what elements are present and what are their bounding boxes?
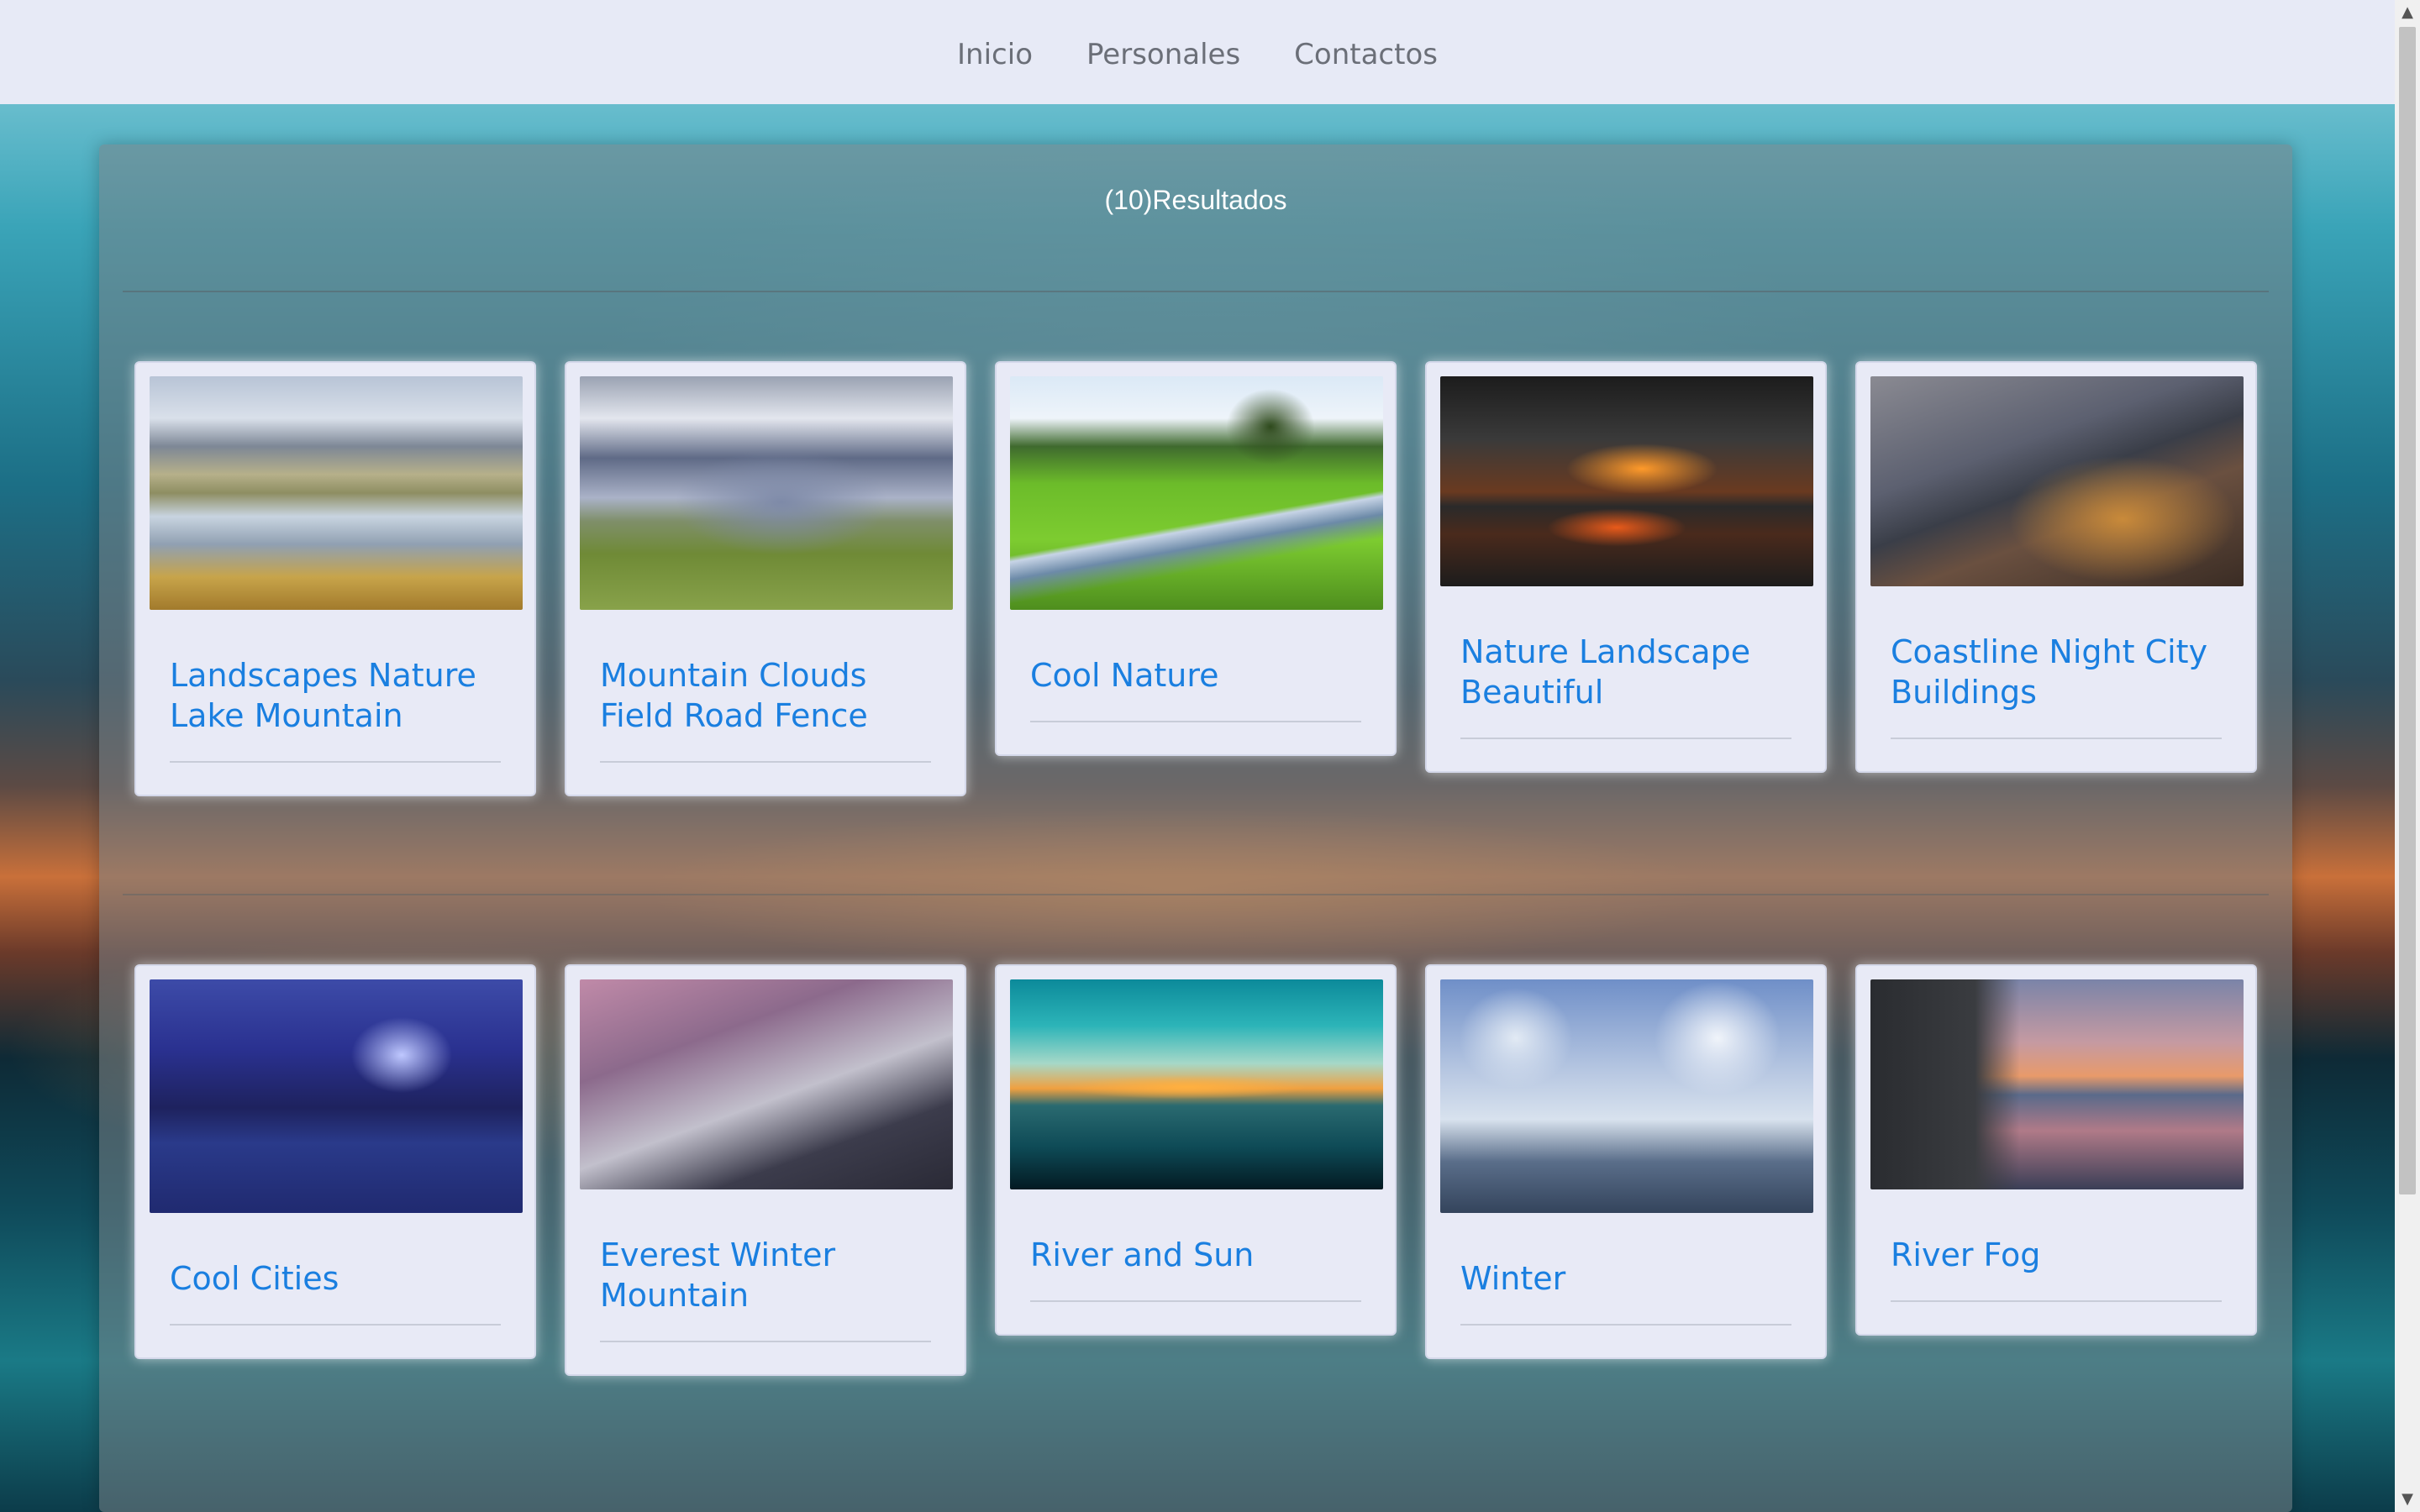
- results-count-title: (10)Resultados: [1104, 185, 1287, 215]
- result-card[interactable]: Mountain Clouds Field Road Fence: [565, 361, 966, 796]
- divider: [123, 894, 2269, 895]
- results-row: Landscapes Nature Lake Mountain Mountain…: [134, 361, 2257, 796]
- card-title[interactable]: Coastline Night City Buildings: [1891, 632, 2222, 712]
- results-row: Cool Cities Everest Winter Mountain Rive…: [134, 964, 2257, 1376]
- coastline-night-city-photo[interactable]: [1870, 376, 2244, 586]
- card-divider: [600, 761, 931, 763]
- card-divider: [1891, 738, 2222, 739]
- nav-link-inicio[interactable]: Inicio: [957, 33, 1033, 71]
- result-card[interactable]: Cool Nature: [995, 361, 1397, 756]
- card-title[interactable]: River and Sun: [1030, 1235, 1361, 1275]
- result-card[interactable]: Winter: [1425, 964, 1827, 1359]
- stream-meadow-photo[interactable]: [1010, 376, 1383, 610]
- card-title[interactable]: Landscapes Nature Lake Mountain: [170, 655, 501, 736]
- card-divider: [170, 761, 501, 763]
- river-fog-photo[interactable]: [1870, 979, 2244, 1189]
- result-card[interactable]: River Fog: [1855, 964, 2257, 1336]
- sunset-lake-photo[interactable]: [1440, 376, 1813, 586]
- card-divider: [1030, 1300, 1361, 1302]
- nav-link-contactos[interactable]: Contactos: [1294, 33, 1438, 71]
- card-title[interactable]: Everest Winter Mountain: [600, 1235, 931, 1315]
- card-title[interactable]: Mountain Clouds Field Road Fence: [600, 655, 931, 736]
- card-divider: [600, 1341, 931, 1342]
- vertical-scrollbar[interactable]: ▲ ▼: [2395, 0, 2420, 1512]
- nav-link-personales[interactable]: Personales: [1086, 33, 1240, 71]
- scroll-down-arrow-icon[interactable]: ▼: [2395, 1487, 2420, 1512]
- card-title[interactable]: Winter: [1460, 1258, 1791, 1299]
- card-divider: [1460, 738, 1791, 739]
- result-card[interactable]: Everest Winter Mountain: [565, 964, 966, 1376]
- scroll-up-arrow-icon[interactable]: ▲: [2395, 0, 2420, 25]
- result-card[interactable]: Landscapes Nature Lake Mountain: [134, 361, 536, 796]
- lake-mountain-photo[interactable]: [150, 376, 523, 610]
- card-title[interactable]: River Fog: [1891, 1235, 2222, 1275]
- card-divider: [1891, 1300, 2222, 1302]
- everest-winter-photo[interactable]: [580, 979, 953, 1189]
- card-divider: [170, 1324, 501, 1326]
- results-panel: (10)Resultados Landscapes Nature Lake Mo…: [99, 144, 2292, 1512]
- divider: [123, 291, 2269, 292]
- top-navbar: Inicio Personales Contactos: [0, 0, 2395, 104]
- city-night-photo[interactable]: [150, 979, 523, 1213]
- winter-bridge-photo[interactable]: [1440, 979, 1813, 1213]
- card-divider: [1030, 721, 1361, 722]
- river-sunset-photo[interactable]: [1010, 979, 1383, 1189]
- scrollbar-thumb[interactable]: [2399, 27, 2416, 1194]
- card-title[interactable]: Cool Nature: [1030, 655, 1361, 696]
- result-card[interactable]: Cool Cities: [134, 964, 536, 1359]
- result-card[interactable]: Nature Landscape Beautiful: [1425, 361, 1827, 773]
- result-card[interactable]: River and Sun: [995, 964, 1397, 1336]
- card-divider: [1460, 1324, 1791, 1326]
- card-title[interactable]: Cool Cities: [170, 1258, 501, 1299]
- result-card[interactable]: Coastline Night City Buildings: [1855, 361, 2257, 773]
- mountain-clouds-photo[interactable]: [580, 376, 953, 610]
- card-title[interactable]: Nature Landscape Beautiful: [1460, 632, 1791, 712]
